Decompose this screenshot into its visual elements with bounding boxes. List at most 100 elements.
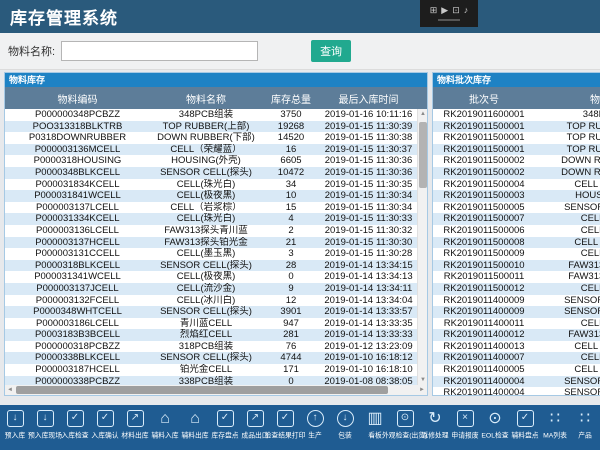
table-row[interactable]: P000031834KCELL CELL(珠光白) 34 2019-01-15 … — [5, 179, 427, 191]
material-name-cell: FAW313探头铂光金 — [150, 237, 262, 249]
table-row[interactable]: RK2019011500001 TOP RUBBER(上部) — [433, 144, 600, 156]
play-icon[interactable]: ▶ — [441, 4, 448, 16]
table-row[interactable]: RK2019011400004 SENSOR CELL(探头) — [433, 376, 600, 388]
table-row[interactable]: RK2019011500010 FAW313探头青川蓝 — [433, 260, 600, 272]
snapshot-icon[interactable]: ⊡ — [452, 4, 460, 16]
toolbar-item[interactable]: ⌂ 辅料出库 — [180, 405, 210, 450]
table-row[interactable]: RK2019011500003 HOUSING(外壳) — [433, 190, 600, 202]
scroll-right-icon[interactable]: ► — [417, 385, 427, 395]
stock-total-cell: 28 — [262, 260, 320, 272]
last-inbound-time-cell: 2019-01-15 11:30:34 — [320, 190, 417, 202]
material-name-cell: SENSOR CELL(探头) — [150, 260, 262, 272]
query-button[interactable]: 查询 — [311, 40, 351, 62]
table-row[interactable]: RK2019011400009 SENSOR CELL(探头) — [433, 295, 600, 307]
toolbar-item[interactable]: ✓ 库存盘点 — [210, 405, 240, 450]
toolbar-item[interactable]: ∷ MA列表 — [540, 405, 570, 450]
table-row[interactable]: P0000348BLKCELL SENSOR CELL(探头) 10472 20… — [5, 167, 427, 179]
table-row[interactable]: P000003136MCELL CELL（荣耀蓝） 16 2019-01-15 … — [5, 144, 427, 156]
table-row[interactable]: P000003137LCELL CELL（岩浆棕） 15 2019-01-15 … — [5, 202, 427, 214]
table-row[interactable]: RK2019011500012 CELL(墨玉黑) — [433, 283, 600, 295]
material-name-input[interactable] — [61, 41, 258, 61]
clipboard-check-icon: ✓ — [517, 410, 534, 427]
toolbar-item[interactable]: ↓ 预入库现场 — [30, 405, 60, 450]
table-row[interactable]: RK2019011500001 TOP RUBBER(上部) — [433, 121, 600, 133]
table-row[interactable]: RK2019011500001 TOP RUBBER(上部) — [433, 132, 600, 144]
table-row[interactable]: RK2019011400011 CELL(流沙金) — [433, 318, 600, 330]
table-row[interactable]: P0000348WHTCELL SENSOR CELL(探头) 3901 201… — [5, 306, 427, 318]
table-row[interactable]: RK2019011500005 SENSOR CELL(探头) — [433, 202, 600, 214]
toolbar-item[interactable]: ↑ 生产 — [300, 405, 330, 450]
table-row[interactable]: RK2019011500009 CELL(珠光白) — [433, 248, 600, 260]
table-row[interactable]: P000031341WCELL CELL(极夜黑) 0 2019-01-14 1… — [5, 271, 427, 283]
stock-total-cell: 4744 — [262, 352, 320, 364]
batch-material-name-cell: 348PCB组装 — [535, 109, 600, 121]
table-row[interactable]: P000003187HCELL 铂光金CELL 171 2019-01-10 1… — [5, 364, 427, 376]
table-row[interactable]: POO313318BLKTRB TOP RUBBER(上部) 19268 201… — [5, 121, 427, 133]
table-row[interactable]: RK2019011500006 CELL(极夜黑) — [433, 225, 600, 237]
toolbar-item[interactable]: ∷ 产品 — [570, 405, 600, 450]
toolbar-item[interactable]: ⊙ 外观检查(出货) — [390, 405, 420, 450]
toolbar-item[interactable]: ▥ 看板 — [360, 405, 390, 450]
table-row[interactable]: P000003136LCELL FAW313探头青川蓝 2 2019-01-15… — [5, 225, 427, 237]
toolbar-item[interactable]: ✓ 入库确认 — [90, 405, 120, 450]
table-row[interactable]: P000000348PCBZZ 348PCB组装 3750 2019-01-16… — [5, 109, 427, 121]
stock-total-cell: 947 — [262, 318, 320, 330]
table-row[interactable]: P0000338BLKCELL SENSOR CELL(探头) 4744 201… — [5, 352, 427, 364]
table-row[interactable]: RK2019011400009 SENSOR CELL(探头) — [433, 306, 600, 318]
toolbar-item[interactable]: ✓ 辅料盘点 — [510, 405, 540, 450]
toolbar-item[interactable]: ↻ 返修处理 — [420, 405, 450, 450]
table-row[interactable]: P0318DOWNRUBBER DOWN RUBBER(下部) 14520 20… — [5, 132, 427, 144]
horizontal-scrollbar[interactable]: ◄ ► — [5, 385, 427, 395]
material-code-cell: P0000318HOUSING — [5, 155, 150, 167]
horizontal-scroll-thumb[interactable] — [16, 386, 388, 394]
table-row[interactable]: P0003183B3BCELL 烈焰红CELL 281 2019-01-14 1… — [5, 329, 427, 341]
table-row[interactable]: P0000318HOUSING HOUSING(外壳) 6605 2019-01… — [5, 155, 427, 167]
last-inbound-time-cell: 2019-01-10 16:18:12 — [320, 352, 417, 364]
toolbar-item-label: 辅料盘点 — [511, 431, 538, 440]
vertical-scroll-thumb[interactable] — [419, 122, 427, 188]
material-name-cell: CELL（荣耀蓝） — [150, 144, 262, 156]
material-stock-panel: 物料库存 物料编码 物料名称 库存总量 最后入库时间 P000000348PCB… — [4, 72, 428, 396]
table-row[interactable]: RK2019011600001 348PCB组装 — [433, 109, 600, 121]
table-row[interactable]: P0000318BLKCELL SENSOR CELL(探头) 28 2019-… — [5, 260, 427, 272]
table-row[interactable]: P000003186LCELL 青川蓝CELL 947 2019-01-14 1… — [5, 318, 427, 330]
toolbar-item[interactable]: ✓ 入库检查 — [60, 405, 90, 450]
table-row[interactable]: RK2019011500002 DOWN RUBBER(下部) — [433, 155, 600, 167]
table-row[interactable]: RK2019011500004 CELL（荣耀蓝） — [433, 179, 600, 191]
table-row[interactable]: P000031841WCELL CELL(极夜黑) 10 2019-01-15 … — [5, 190, 427, 202]
last-inbound-time-cell: 2019-01-15 11:30:32 — [320, 225, 417, 237]
toolbar-item[interactable]: ⌂ 辅料入库 — [150, 405, 180, 450]
table-row[interactable]: P000003137JCELL CELL(流沙金) 9 2019-01-14 1… — [5, 283, 427, 295]
table-row[interactable]: P000003132FCELL CELL(冰川白) 12 2019-01-14 … — [5, 295, 427, 307]
toolbar-item[interactable]: ↓ 包装 — [330, 405, 360, 450]
table-row[interactable]: RK2019011500002 DOWN RUBBER(下部) — [433, 167, 600, 179]
table-row[interactable]: RK2019011500011 FAW313探头铂光金 — [433, 271, 600, 283]
vertical-scrollbar[interactable]: ▲ ▼ — [417, 109, 427, 385]
table-row[interactable]: RK2019011400004 SENSOR CELL(探头) — [433, 387, 600, 397]
table-row[interactable]: RK2019011400012 FAW313探头铂光金 — [433, 329, 600, 341]
table-row[interactable]: RK2019011400005 CELL（岩浆棕） — [433, 364, 600, 376]
toolbar-item[interactable]: × 申请报废 — [450, 405, 480, 450]
table-row[interactable]: P000003137HCELL FAW313探头铂光金 21 2019-01-1… — [5, 237, 427, 249]
table-row[interactable]: RK2019011400007 CELL(冰川白) — [433, 352, 600, 364]
toolbar-item[interactable]: ✓ 检查结果打印 — [270, 405, 300, 450]
batch-no-cell: RK2019011600001 — [433, 109, 535, 121]
table-row[interactable]: RK2019011500007 CELL(珠光白) — [433, 213, 600, 225]
batch-no-cell: RK2019011500009 — [433, 248, 535, 260]
toolbar-item[interactable]: ↗ 材料出库 — [120, 405, 150, 450]
toolbar-item[interactable]: ⊙ EOL检查 — [480, 405, 510, 450]
toolbar-item[interactable]: ↓ 预入库 — [0, 405, 30, 450]
table-row[interactable]: P000031334KCELL CELL(珠光白) 4 2019-01-15 1… — [5, 213, 427, 225]
scroll-left-icon[interactable]: ◄ — [5, 385, 15, 395]
audio-icon[interactable]: ♪ — [464, 4, 469, 16]
scroll-up-icon[interactable]: ▲ — [418, 109, 428, 119]
scroll-down-icon[interactable]: ▼ — [418, 375, 428, 385]
last-inbound-time-cell: 2019-01-15 11:30:38 — [320, 132, 417, 144]
table-row[interactable]: RK2019011500008 CELL（岩浆棕） — [433, 237, 600, 249]
table-row[interactable]: P000000318PCBZZ 318PCB组装 76 2019-01-12 1… — [5, 341, 427, 353]
table-row[interactable]: P000003131CCELL CELL(墨玉黑) 3 2019-01-15 1… — [5, 248, 427, 260]
toolbar-item[interactable]: ↗ 成品出口 — [240, 405, 270, 450]
table-row[interactable]: RK2019011400013 CELL（荣耀蓝） — [433, 341, 600, 353]
capture-icon[interactable]: ⊞ — [430, 4, 438, 16]
material-code-cell: P000031834KCELL — [5, 179, 150, 191]
